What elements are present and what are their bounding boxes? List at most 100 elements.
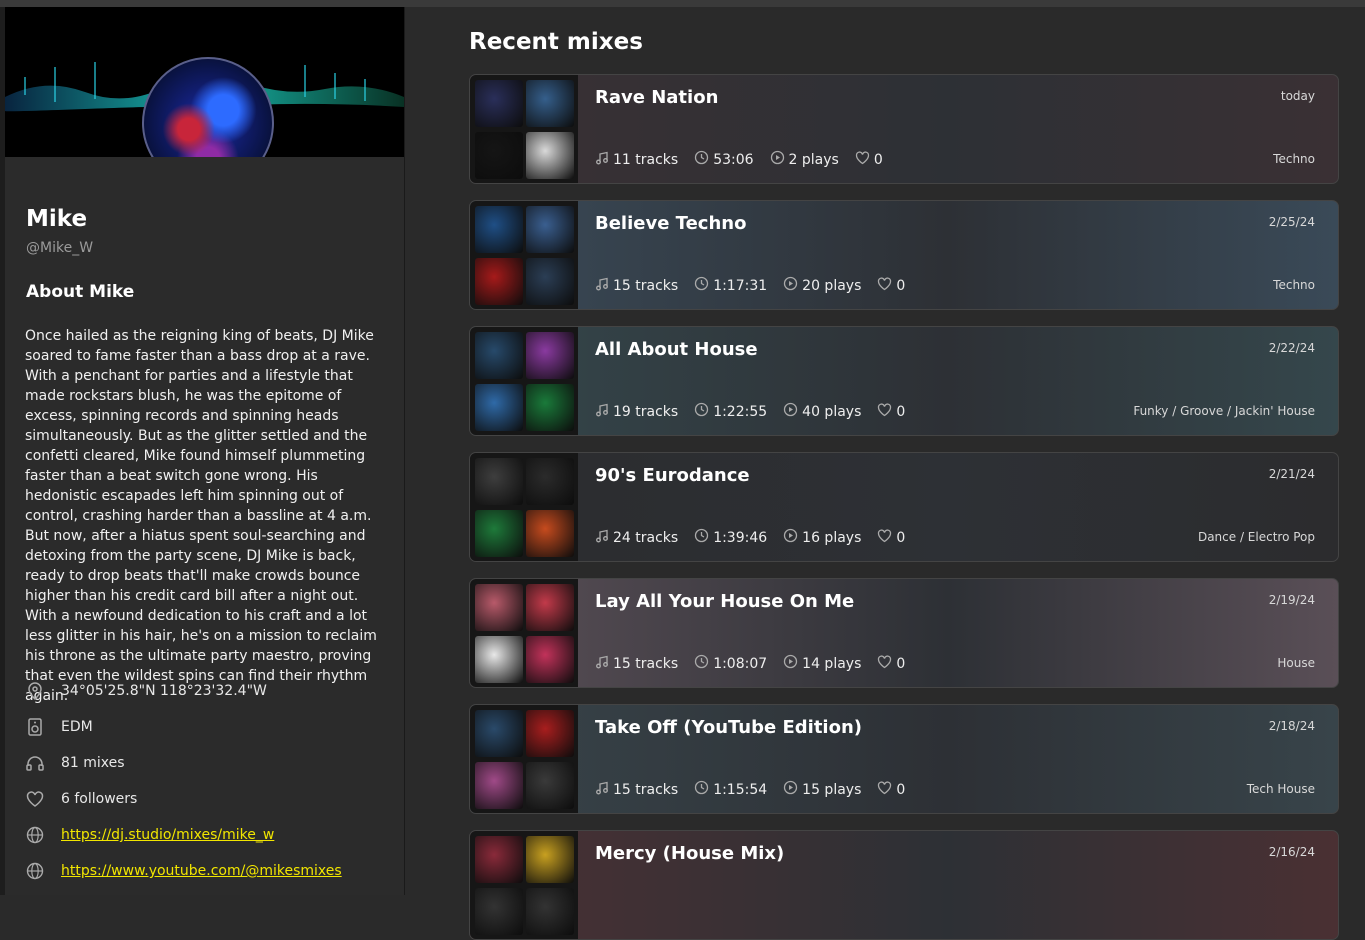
heart-icon xyxy=(855,150,874,169)
mix-card[interactable]: 90's Eurodance 2/21/24 24 tracks 1:39:46 16 … xyxy=(469,452,1339,562)
mix-cover-grid[interactable] xyxy=(470,579,578,687)
mix-title[interactable]: Rave Nation xyxy=(595,87,718,108)
mix-date: 2/22/24 xyxy=(1268,341,1315,355)
mix-duration: 1:22:55 xyxy=(694,402,767,421)
info-link-1: https://dj.studio/mixes/mike_w xyxy=(25,824,274,846)
track-count: 15 tracks xyxy=(595,781,678,799)
track-cover-thumbnail xyxy=(526,762,574,809)
track-cover-thumbnail xyxy=(475,510,523,557)
mix-cover-grid[interactable] xyxy=(470,201,578,309)
mix-date: 2/18/24 xyxy=(1268,719,1315,733)
track-cover-thumbnail xyxy=(526,332,574,379)
like-button[interactable]: 0 xyxy=(877,276,905,295)
music-note-icon xyxy=(595,151,613,169)
play-count: 2 plays xyxy=(770,150,839,169)
mix-title[interactable]: Mercy (House Mix) xyxy=(595,843,784,864)
track-cover-thumbnail xyxy=(475,636,523,683)
mix-cover-grid[interactable] xyxy=(470,327,578,435)
mix-stats: 11 tracks 53:06 2 plays 0 xyxy=(595,150,899,169)
mix-duration: 53:06 xyxy=(694,150,754,169)
heart-icon xyxy=(877,528,896,547)
mix-genre: Dance / Electro Pop xyxy=(1197,530,1315,544)
mix-card[interactable]: Rave Nation today 11 tracks 53:06 2 plays 0 Te… xyxy=(469,74,1339,184)
mix-date: 2/25/24 xyxy=(1268,215,1315,229)
mix-stats: 24 tracks 1:39:46 16 plays 0 xyxy=(595,528,921,547)
mix-date: today xyxy=(1280,89,1315,103)
mix-stats: 15 tracks 1:08:07 14 plays 0 xyxy=(595,654,921,673)
info-mixes: 81 mixes xyxy=(25,752,125,774)
play-count: 20 plays xyxy=(783,276,861,295)
mix-cover-grid[interactable] xyxy=(470,705,578,813)
track-cover-thumbnail xyxy=(526,584,574,631)
mix-card[interactable]: Mercy (House Mix) 2/16/24 xyxy=(469,830,1339,940)
track-cover-thumbnail xyxy=(526,206,574,253)
mix-card[interactable]: Take Off (YouTube Edition) 2/18/24 15 trac… xyxy=(469,704,1339,814)
profile-handle: @Mike_W xyxy=(26,240,94,256)
track-cover-thumbnail xyxy=(475,80,523,127)
play-icon xyxy=(770,150,789,169)
music-note-icon xyxy=(595,529,613,547)
mix-date: 2/19/24 xyxy=(1268,593,1315,607)
like-button[interactable]: 0 xyxy=(877,780,905,799)
like-button[interactable]: 0 xyxy=(877,528,905,547)
track-cover-thumbnail xyxy=(475,206,523,253)
profile-bio: Once hailed as the reigning king of beat… xyxy=(25,328,377,704)
track-cover-thumbnail xyxy=(475,258,523,305)
track-cover-thumbnail xyxy=(526,710,574,757)
mix-card[interactable]: All About House 2/22/24 19 tracks 1:22:55 40… xyxy=(469,326,1339,436)
play-count: 15 plays xyxy=(783,780,861,799)
clock-icon xyxy=(694,402,713,421)
mix-date: 2/21/24 xyxy=(1268,467,1315,481)
mix-date: 2/16/24 xyxy=(1268,845,1315,859)
track-cover-thumbnail xyxy=(526,384,574,431)
profile-link-youtube[interactable]: https://www.youtube.com/@mikesmixes xyxy=(61,863,342,879)
track-count: 15 tracks xyxy=(595,277,678,295)
track-cover-thumbnail xyxy=(475,710,523,757)
play-count: 40 plays xyxy=(783,402,861,421)
mixes-count: 81 mixes xyxy=(61,755,125,771)
mix-cover-grid[interactable] xyxy=(470,75,578,183)
genre-text: EDM xyxy=(61,719,93,735)
mix-title[interactable]: Lay All Your House On Me xyxy=(595,591,854,612)
mix-card[interactable]: Believe Techno 2/25/24 15 tracks 1:17:31 20 … xyxy=(469,200,1339,310)
clock-icon xyxy=(694,654,713,673)
mix-cover-grid[interactable] xyxy=(470,831,578,939)
heart-icon xyxy=(25,789,45,809)
like-button[interactable]: 0 xyxy=(877,654,905,673)
play-icon xyxy=(783,528,802,547)
track-cover-thumbnail xyxy=(526,836,574,883)
music-note-icon xyxy=(595,277,613,295)
info-genre: EDM xyxy=(25,716,93,738)
mix-title[interactable]: All About House xyxy=(595,339,758,360)
clock-icon xyxy=(694,528,713,547)
play-icon xyxy=(783,402,802,421)
mix-cover-grid[interactable] xyxy=(470,453,578,561)
mix-duration: 1:15:54 xyxy=(694,780,767,799)
window-top-bar xyxy=(0,0,1365,7)
info-location: 34°05'25.8"N 118°23'32.4"W xyxy=(25,680,267,702)
profile-banner xyxy=(5,7,404,157)
track-cover-thumbnail xyxy=(475,384,523,431)
mix-genre: Techno xyxy=(1273,278,1315,292)
play-icon xyxy=(783,276,802,295)
like-button[interactable]: 0 xyxy=(855,150,883,169)
track-cover-thumbnail xyxy=(526,636,574,683)
like-button[interactable]: 0 xyxy=(877,402,905,421)
heart-icon xyxy=(877,276,896,295)
mix-title[interactable]: Believe Techno xyxy=(595,213,746,234)
headphones-icon xyxy=(25,753,45,773)
mix-title[interactable]: 90's Eurodance xyxy=(595,465,750,486)
mix-stats: 19 tracks 1:22:55 40 plays 0 xyxy=(595,402,921,421)
mix-card[interactable]: Lay All Your House On Me 2/19/24 15 tracks… xyxy=(469,578,1339,688)
heart-icon xyxy=(877,402,896,421)
profile-link-djstudio[interactable]: https://dj.studio/mixes/mike_w xyxy=(61,827,274,843)
location-text: 34°05'25.8"N 118°23'32.4"W xyxy=(61,683,267,699)
track-count: 11 tracks xyxy=(595,151,678,169)
track-cover-thumbnail xyxy=(475,458,523,505)
mix-duration: 1:39:46 xyxy=(694,528,767,547)
track-cover-thumbnail xyxy=(475,584,523,631)
info-link-2: https://www.youtube.com/@mikesmixes xyxy=(25,860,342,882)
mix-title[interactable]: Take Off (YouTube Edition) xyxy=(595,717,862,738)
music-note-icon xyxy=(595,655,613,673)
speaker-icon xyxy=(25,717,45,737)
